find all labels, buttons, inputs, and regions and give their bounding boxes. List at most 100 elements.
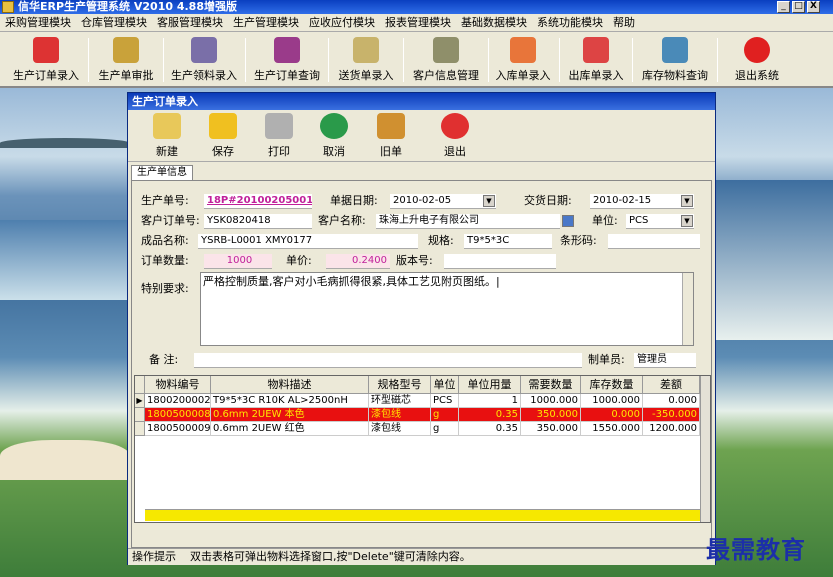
- special-requirements-field[interactable]: 严格控制质量,客户对小毛病抓得很紧,具体工艺见附页图纸。|: [200, 272, 694, 346]
- table-cell[interactable]: 1000.000: [521, 394, 581, 408]
- inbound-entry-button[interactable]: 入库单录入: [490, 34, 556, 86]
- tab-order-info[interactable]: 生产单信息: [131, 165, 193, 180]
- column-header-need-qty[interactable]: 需要数量: [521, 376, 581, 394]
- table-cell[interactable]: T9*5*3C R10K AL>2500nH: [211, 394, 369, 408]
- special-label: 特别要求:: [141, 282, 189, 295]
- stock-query-button[interactable]: 库存物料查询: [636, 34, 714, 86]
- table-cell[interactable]: 1800200002: [145, 394, 211, 408]
- table-cell[interactable]: 1550.000: [581, 422, 643, 436]
- table-cell[interactable]: 0.35: [459, 422, 521, 436]
- cust-order-field[interactable]: YSK0820418: [204, 214, 312, 229]
- order-approve-button[interactable]: 生产单审批: [92, 34, 160, 86]
- note-field[interactable]: [194, 353, 582, 368]
- maximize-button[interactable]: □: [792, 1, 805, 13]
- menu-system[interactable]: 系统功能模块: [532, 14, 608, 32]
- order-entry-button[interactable]: 生产订单录入: [6, 34, 86, 86]
- table-cell[interactable]: 350.000: [521, 422, 581, 436]
- table-cell[interactable]: 1: [459, 394, 521, 408]
- column-header-desc[interactable]: 物料描述: [211, 376, 369, 394]
- price-field[interactable]: 0.2400: [326, 254, 390, 269]
- customer-info-button[interactable]: 客户信息管理: [407, 34, 485, 86]
- menu-finance[interactable]: 应收应付模块: [304, 14, 380, 32]
- remark-scrollbar[interactable]: [682, 273, 693, 345]
- menu-help[interactable]: 帮助: [608, 14, 640, 32]
- cust-order-label: 客户订单号:: [141, 214, 200, 227]
- clipboard-icon: [153, 113, 181, 139]
- chevron-down-icon[interactable]: ▼: [483, 195, 495, 207]
- menu-basedata[interactable]: 基础数据模块: [456, 14, 532, 32]
- close-button[interactable]: X: [807, 1, 820, 13]
- menu-bar: 采购管理模块 仓库管理模块 客服管理模块 生产管理模块 应收应付模块 报表管理模块 基础数据…: [0, 14, 833, 32]
- delivery-date-label: 交货日期:: [524, 194, 572, 207]
- table-cell[interactable]: 350.000: [521, 408, 581, 422]
- app-icon: [2, 1, 14, 13]
- menu-reports[interactable]: 报表管理模块: [380, 14, 456, 32]
- qty-field[interactable]: 1000: [204, 254, 272, 269]
- cust-name-field[interactable]: 珠海上升电子有限公司: [376, 214, 560, 229]
- table-cell[interactable]: 漆包线: [369, 422, 431, 436]
- table-cell[interactable]: 1800500008: [145, 408, 211, 422]
- exit-icon: [441, 113, 469, 139]
- window-title: 信华ERP生产管理系统 V2010 4.88增强版: [18, 0, 237, 13]
- main-toolbar: 生产订单录入 生产单审批 生产领料录入 生产订单查询 送货单录入 客户信息管理 …: [0, 32, 833, 88]
- table-cell[interactable]: 0.6mm 2UEW 本色: [211, 408, 369, 422]
- barcode-field[interactable]: [608, 234, 700, 249]
- chevron-down-icon[interactable]: ▼: [681, 215, 693, 227]
- version-field[interactable]: [444, 254, 556, 269]
- table-cell[interactable]: g: [431, 408, 459, 422]
- pdf-doc-icon: [33, 37, 59, 63]
- print-button[interactable]: 打印: [254, 113, 304, 159]
- row-marker: [135, 408, 145, 422]
- outbound-entry-button[interactable]: 出库单录入: [563, 34, 629, 86]
- maker-field[interactable]: 管理员: [634, 353, 696, 368]
- column-header-unit-usage[interactable]: 单位用量: [459, 376, 521, 394]
- menu-production[interactable]: 生产管理模块: [228, 14, 304, 32]
- column-header-diff[interactable]: 差额: [643, 376, 700, 394]
- product-field[interactable]: YSRB-L0001 XMY0177: [198, 234, 418, 249]
- menu-purchase[interactable]: 采购管理模块: [0, 14, 76, 32]
- child-toolbar: 新建 保存 打印 取消 旧单 退出: [128, 110, 715, 162]
- table-cell[interactable]: -350.000: [643, 408, 700, 422]
- column-header-unit[interactable]: 单位: [431, 376, 459, 394]
- lookup-icon[interactable]: [562, 215, 574, 227]
- material-issue-button[interactable]: 生产领料录入: [166, 34, 242, 86]
- table-cell[interactable]: 0.6mm 2UEW 红色: [211, 422, 369, 436]
- price-label: 单价:: [286, 254, 312, 267]
- table-cell[interactable]: 0.35: [459, 408, 521, 422]
- table-cell[interactable]: PCS: [431, 394, 459, 408]
- barcode-label: 条形码:: [560, 234, 597, 247]
- exit-button[interactable]: 退出: [430, 113, 480, 159]
- table-cell[interactable]: 1800500009: [145, 422, 211, 436]
- doc-date-field[interactable]: 2010-02-05: [390, 194, 496, 209]
- menu-warehouse[interactable]: 仓库管理模块: [76, 14, 152, 32]
- minimize-button[interactable]: _: [777, 1, 790, 13]
- delivery-date-field[interactable]: 2010-02-15: [590, 194, 694, 209]
- column-header-spec[interactable]: 规格型号: [369, 376, 431, 394]
- table-cell[interactable]: 0.000: [643, 394, 700, 408]
- query-icon: [274, 37, 300, 63]
- table-cell[interactable]: 1000.000: [581, 394, 643, 408]
- table-cell[interactable]: 漆包线: [369, 408, 431, 422]
- menu-service[interactable]: 客服管理模块: [152, 14, 228, 32]
- old-order-button[interactable]: 旧单: [366, 113, 416, 159]
- table-cell[interactable]: 0.000: [581, 408, 643, 422]
- cancel-button[interactable]: 取消: [309, 113, 359, 159]
- column-header-stock-qty[interactable]: 库存数量: [581, 376, 643, 394]
- table-cell[interactable]: 环型磁芯: [369, 394, 431, 408]
- order-query-button[interactable]: 生产订单查询: [249, 34, 325, 86]
- table-cell[interactable]: g: [431, 422, 459, 436]
- outbound-icon: [583, 37, 609, 63]
- grid-scrollbar[interactable]: [700, 376, 710, 522]
- material-grid: 物料编号 物料描述 规格型号 单位 单位用量 需要数量 库存数量 差额 ▶ 18…: [134, 375, 711, 523]
- spec-field[interactable]: T9*5*3C: [464, 234, 552, 249]
- order-no-field[interactable]: 18P#20100205001: [204, 194, 312, 209]
- delivery-entry-button[interactable]: 送货单录入: [332, 34, 400, 86]
- column-header-code[interactable]: 物料编号: [145, 376, 211, 394]
- status-bar: 操作提示 双击表格可弹出物料选择窗口,按"Delete"键可清除内容。: [128, 548, 715, 565]
- chevron-down-icon[interactable]: ▼: [681, 195, 693, 207]
- save-button[interactable]: 保存: [198, 113, 248, 159]
- new-button[interactable]: 新建: [142, 113, 192, 159]
- table-cell[interactable]: 1200.000: [643, 422, 700, 436]
- delivery-icon: [353, 37, 379, 63]
- exit-system-button[interactable]: 退出系统: [726, 34, 788, 86]
